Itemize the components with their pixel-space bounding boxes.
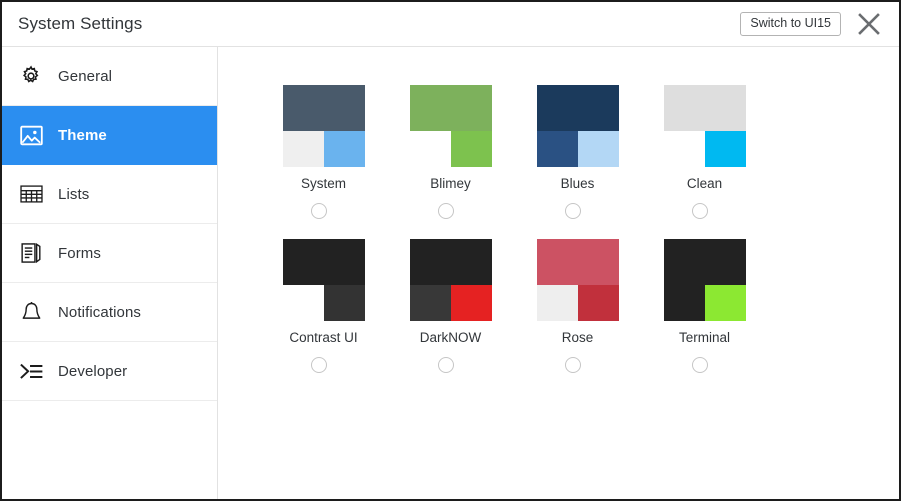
swatch-top-band (282, 238, 365, 285)
theme-radio-button[interactable] (311, 202, 327, 219)
sidebar-empty-space (2, 401, 217, 499)
sidebar-item-notifications[interactable]: Notifications (2, 283, 217, 342)
swatch-top-band (536, 238, 619, 285)
sidebar-item-lists[interactable]: Lists (2, 165, 217, 224)
theme-name-label: Blimey (430, 176, 471, 191)
swatch-bottom-left (409, 284, 451, 321)
swatch-top-band (282, 85, 365, 131)
sidebar-item-label: Lists (58, 185, 90, 203)
table-grid-icon (16, 181, 46, 207)
gear-icon (16, 63, 46, 89)
theme-preview-swatch[interactable] (282, 85, 365, 167)
sidebar-item-label: Forms (58, 244, 101, 262)
theme-radio-button[interactable] (438, 202, 454, 219)
swatch-bottom-right (704, 284, 746, 321)
switch-to-ui15-button[interactable]: Switch to UI15 (740, 11, 841, 37)
theme-preview-swatch[interactable] (282, 238, 365, 321)
swatch-bottom-left (663, 284, 705, 321)
theme-preview-swatch[interactable] (536, 85, 619, 167)
theme-option[interactable]: Blues (514, 85, 641, 219)
close-icon (858, 13, 880, 35)
theme-name-label: Terminal (678, 329, 730, 345)
swatch-bottom-right (323, 284, 365, 321)
theme-option[interactable]: Contrast UI (260, 238, 387, 373)
swatch-top-band (663, 238, 746, 285)
swatch-bottom-right (450, 131, 492, 167)
swatch-bottom-left (536, 284, 578, 321)
swatch-bottom-right (704, 131, 746, 167)
sidebar-item-label: Developer (58, 362, 128, 380)
theme-grid: System Blimey Blues Clean Contrast UI DarkNOW… (260, 85, 899, 373)
theme-name-label: System (300, 176, 346, 191)
swatch-bottom-right (323, 131, 365, 167)
close-button[interactable] (855, 10, 883, 38)
theme-name-label: Rose (561, 329, 594, 345)
swatch-bottom-left (409, 131, 451, 167)
swatch-top-band (409, 85, 492, 131)
swatch-bottom-right (577, 131, 619, 167)
swatch-bottom-left (282, 284, 324, 321)
swatch-top-band (663, 85, 746, 131)
swatch-bottom-left (282, 131, 324, 167)
theme-radio-button[interactable] (565, 356, 581, 373)
code-prompt-icon (16, 358, 46, 384)
theme-preview-swatch[interactable] (409, 238, 492, 321)
theme-name-label: Contrast UI (289, 329, 358, 345)
swatch-top-band (536, 85, 619, 131)
sidebar-item-theme[interactable]: Theme (2, 106, 217, 165)
theme-option[interactable]: Blimey (387, 85, 514, 219)
bell-icon (16, 299, 46, 325)
theme-radio-button[interactable] (311, 356, 327, 373)
page-title: System Settings (18, 14, 143, 33)
theme-option[interactable]: System (260, 85, 387, 219)
theme-option[interactable]: Rose (514, 238, 641, 373)
theme-radio-button[interactable] (565, 202, 581, 219)
theme-option[interactable]: Terminal (641, 238, 768, 373)
theme-preview-swatch[interactable] (536, 238, 619, 321)
theme-option[interactable]: Clean (641, 85, 768, 219)
window-header: System Settings Switch to UI15 (2, 2, 899, 47)
sidebar-item-label: Notifications (58, 303, 142, 321)
theme-option[interactable]: DarkNOW (387, 238, 514, 373)
theme-name-label: Blues (560, 176, 595, 191)
swatch-bottom-right (577, 284, 619, 321)
sidebar-item-forms[interactable]: Forms (2, 224, 217, 283)
settings-sidebar: General Theme Lists Forms Notifications … (2, 47, 218, 499)
theme-radio-button[interactable] (438, 356, 454, 373)
image-icon (16, 122, 46, 148)
theme-name-label: Clean (686, 176, 723, 191)
theme-radio-button[interactable] (692, 356, 708, 373)
swatch-bottom-left (536, 131, 578, 167)
swatch-bottom-left (663, 131, 705, 167)
sidebar-item-developer[interactable]: Developer (2, 342, 217, 401)
theme-name-label: DarkNOW (419, 329, 482, 345)
theme-settings-panel: System Blimey Blues Clean Contrast UI DarkNOW… (218, 47, 899, 499)
theme-preview-swatch[interactable] (409, 85, 492, 167)
system-settings-window: System Settings Switch to UI15 General T… (0, 0, 901, 501)
swatch-top-band (409, 238, 492, 285)
sidebar-item-label: General (58, 67, 113, 85)
theme-preview-swatch[interactable] (663, 85, 746, 167)
header-actions: Switch to UI15 (740, 10, 885, 38)
window-body: General Theme Lists Forms Notifications … (2, 47, 899, 499)
sidebar-item-general[interactable]: General (2, 47, 217, 106)
theme-preview-swatch[interactable] (663, 238, 746, 321)
theme-radio-button[interactable] (692, 202, 708, 219)
sidebar-item-label: Theme (58, 126, 107, 144)
form-document-icon (16, 240, 46, 266)
swatch-bottom-right (450, 284, 492, 321)
